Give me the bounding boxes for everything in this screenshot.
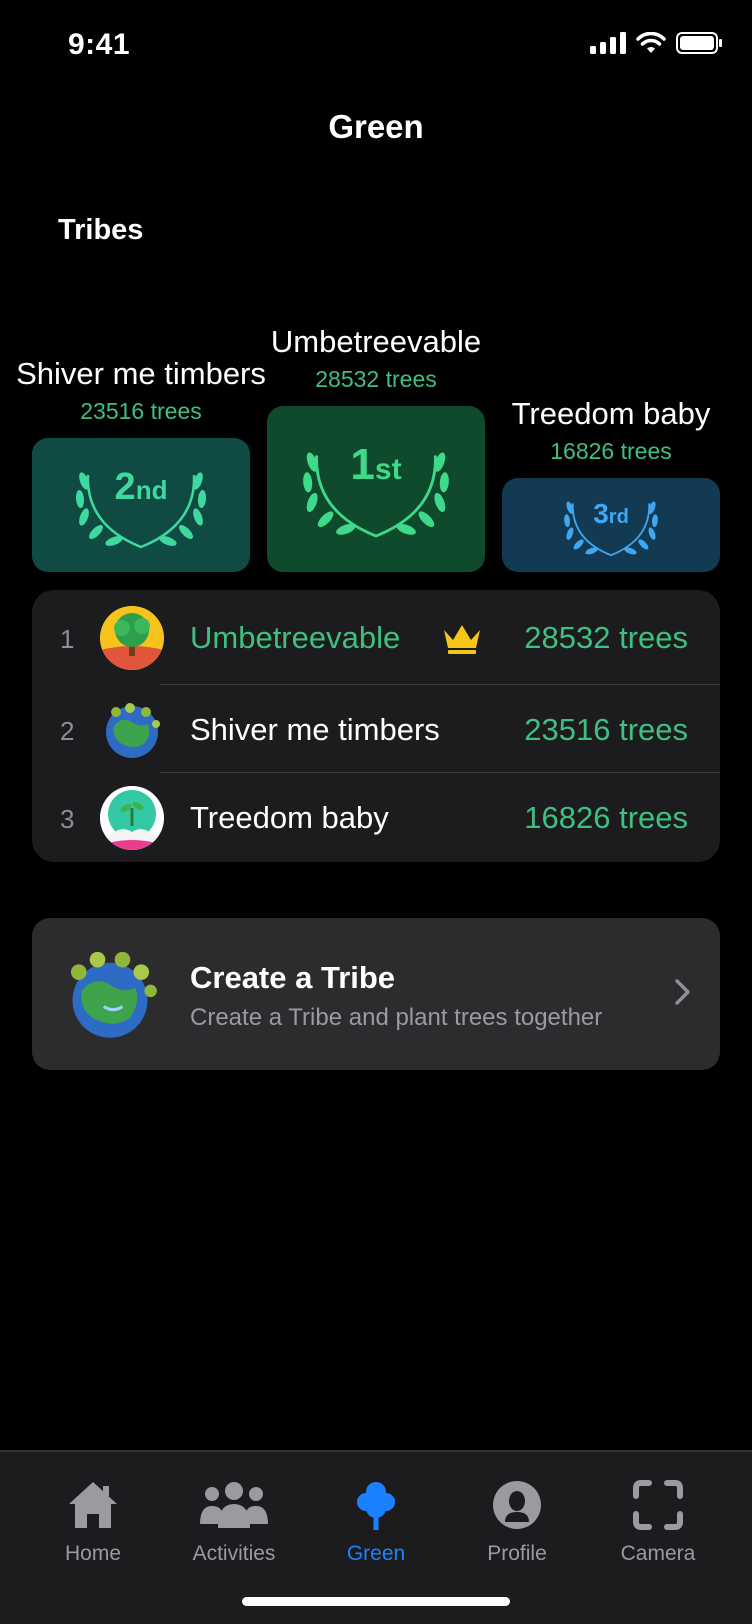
tab-green[interactable]: Green [306,1474,446,1566]
podium-third-count: 16826 trees [550,438,672,464]
podium-first-place-num: 1 [350,440,375,489]
status-time: 9:41 [68,28,131,61]
podium-first-name: Umbetreevable [270,324,482,359]
earth-trees-avatar-icon [106,703,160,758]
people-icon [200,1482,268,1528]
list-item[interactable]: 1 Umbetreevable 28532 trees [32,594,720,682]
tribe-name: Treedom baby [190,800,389,835]
rank-number: 2 [60,716,75,746]
chevron-right-icon [675,979,690,1005]
tab-profile-label: Profile [487,1542,547,1565]
earth-trees-icon [70,951,157,1038]
hands-plant-avatar-icon [100,786,164,850]
ranking-list: 1 Umbetreevable 28532 trees 2 Shiver me … [32,590,720,862]
tribe-tree-count: 28532 trees [524,620,688,655]
podium-second-place: 2nd [32,466,250,509]
divider [160,772,720,773]
podium-second-place-suffix: nd [135,475,168,505]
rank-number: 1 [60,624,75,654]
crown-icon [444,625,480,654]
tab-profile[interactable]: Profile [447,1474,587,1566]
podium-third-place: 3rd [502,498,720,530]
tab-camera-label: Camera [620,1542,696,1565]
section-title-tribes: Tribes [58,214,144,246]
tribe-name: Umbetreevable [190,620,401,655]
tree-avatar-icon [100,606,164,670]
create-tribe-button[interactable]: Create a Tribe Create a Tribe and plant … [32,918,720,1070]
tab-home[interactable]: Home [23,1474,163,1566]
list-item[interactable]: 2 Shiver me timbers 23516 trees [32,686,720,774]
podium-first-place-suffix: st [374,453,402,486]
home-indicator [242,1597,510,1606]
wifi-icon [636,32,666,53]
tab-home-label: Home [64,1542,122,1565]
status-bar: 9:41 [0,0,752,92]
tab-activities-label: Activities [192,1542,276,1565]
podium-second-place-num: 2 [114,466,136,508]
list-item[interactable]: 3 Treedom baby 16826 trees [32,774,720,862]
podium-third-place-suffix: rd [608,506,629,528]
avatar [100,786,164,850]
avatar [100,698,164,762]
battery-icon [676,32,722,54]
podium-first-place: 1st [267,440,485,490]
create-tribe-title: Create a Tribe [190,960,396,995]
tribe-tree-count: 16826 trees [524,800,688,835]
signal-icon [590,32,626,54]
status-icons [590,32,722,54]
podium-third-label: Treedom baby 16826 trees [502,396,720,465]
rank-number: 3 [60,804,75,834]
podium-third-name: Treedom baby [511,396,711,431]
podium-second-box[interactable]: 2nd [32,438,250,572]
avatar [100,606,164,670]
tab-camera[interactable]: Camera [588,1474,728,1566]
camera-frame-icon [633,1480,683,1530]
tribe-name: Shiver me timbers [190,712,440,747]
home-icon [69,1482,117,1528]
podium-first-box[interactable]: 1st [267,406,485,572]
profile-icon [493,1481,541,1529]
podium-second-label: Shiver me timbers 23516 trees [10,356,272,425]
divider [160,684,720,685]
podium-second-name: Shiver me timbers [16,356,266,391]
podium-third-box[interactable]: 3rd [502,478,720,572]
tab-activities[interactable]: Activities [164,1474,304,1566]
create-tribe-subtitle: Create a Tribe and plant trees together [190,1004,603,1031]
tab-green-label: Green [346,1542,406,1565]
podium-third-place-num: 3 [593,498,609,529]
tree-icon [357,1482,395,1530]
tribe-tree-count: 23516 trees [524,712,688,747]
podium-first-label: Umbetreevable 28532 trees [256,324,496,393]
podium-second-count: 23516 trees [80,398,202,424]
podium-first-count: 28532 trees [315,366,437,392]
page-title: Green [328,108,424,145]
